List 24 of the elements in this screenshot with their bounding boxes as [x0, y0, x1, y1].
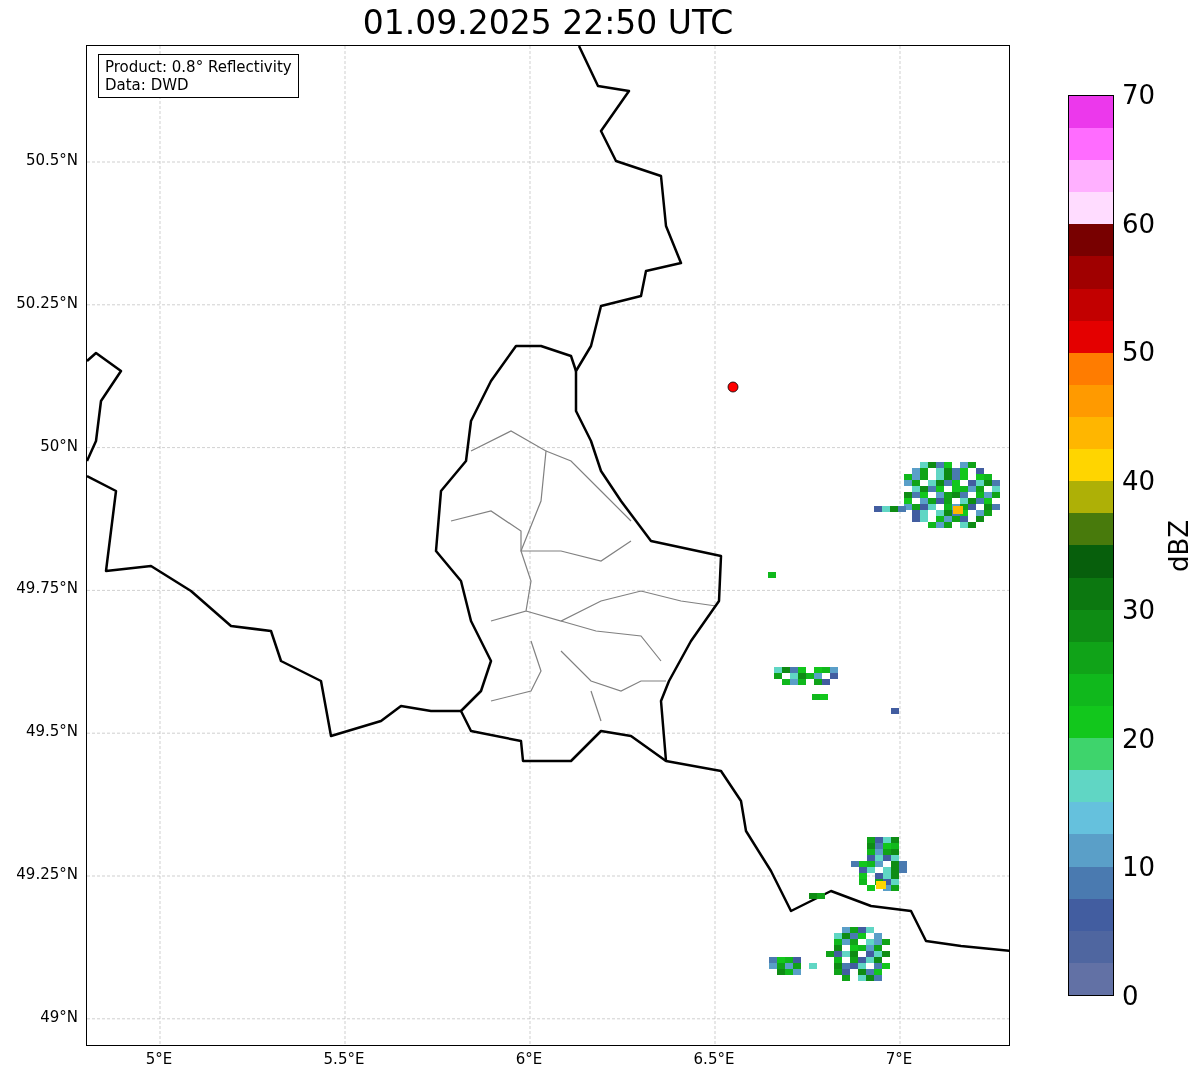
chart-title: 01.09.2025 22:50 UTC — [362, 6, 734, 39]
colorbar-tick-label: 10 — [1122, 854, 1156, 881]
latitude-label: 50.25°N — [16, 295, 78, 311]
latitude-label: 50.5°N — [25, 153, 78, 168]
colorbar-tick-label: 30 — [1122, 596, 1156, 623]
colorbar-tick-label: 70 — [1122, 82, 1156, 108]
latitude-label: 50°N — [40, 438, 78, 454]
latitude-label: 49.75°N — [16, 581, 78, 597]
colorbar-tick-label: 50 — [1122, 339, 1156, 366]
latitude-label: 49.25°N — [16, 867, 78, 882]
info-text: Data: DWD — [105, 76, 190, 94]
colorbar-label: dBZ — [1166, 519, 1192, 572]
longitude-label: 5°E — [145, 1052, 173, 1067]
longitude-label: 7°E — [885, 1052, 913, 1067]
longitude-label: 5.5°E — [323, 1052, 365, 1067]
info-text: Product: 0.8° Reflectivity — [105, 58, 292, 76]
colorbar-tick-label: 60 — [1122, 210, 1156, 237]
colorbar-tick-label: 20 — [1122, 725, 1156, 752]
colorbar-tick-label: 40 — [1122, 468, 1156, 495]
longitude-label: 6.5°E — [693, 1052, 735, 1067]
latitude-label: 49°N — [40, 1009, 78, 1025]
longitude-label: 6°E — [515, 1052, 543, 1067]
latitude-label: 49.5°N — [25, 724, 78, 740]
colorbar-tick-label: 0 — [1122, 983, 1139, 1009]
